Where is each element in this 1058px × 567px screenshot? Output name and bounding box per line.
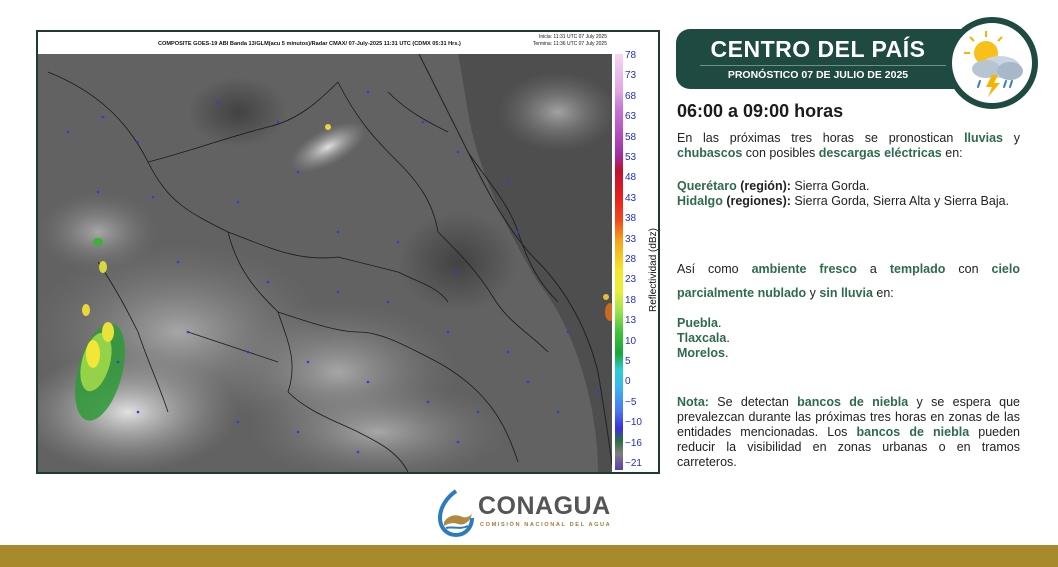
scale-tick: 38 [625,213,637,225]
intro-highlight-lluvias: lluvias [964,131,1003,145]
forecast-states: Puebla. Tlaxcala. Morelos. [677,316,730,360]
scale-tick: 63 [625,111,637,123]
second-text-5: en: [872,286,894,300]
scale-tick: 28 [625,254,637,265]
scale-tick: 33 [625,233,637,245]
scale-tick: −10 [625,417,642,429]
second-highlight-templado: templado [889,262,946,276]
scale-tick: 18 [625,294,637,306]
forecast-intro: En las próximas tres horas se pronostica… [677,131,1020,161]
second-text-3: con [945,262,992,276]
reflectivity-colorbar [615,54,623,470]
footer-bar [0,545,1058,567]
banner-subtitle: PRONÓSTICO 07 DE JULIO DE 2025 [727,69,909,81]
region-hidalgo-kind: (regiones): [722,194,791,208]
intro-highlight-chubascos: chubascos [677,146,743,160]
scale-tick: −21 [625,458,642,469]
forecast-note: Nota: Se detectan bancos de niebla y se … [677,395,1020,470]
forecast-regions: Querétaro (región): Sierra Gorda. Hidalg… [677,179,1020,209]
state-morelos: Morelos [677,346,725,360]
conagua-logo-subtitle: COMISIÓN NACIONAL DEL AGUA [480,522,612,528]
second-text-1: Así como [677,262,752,276]
scale-tick: 10 [625,335,637,347]
scale-tick: 48 [625,172,637,184]
region-hidalgo-places: Sierra Gorda, Sierra Alta y Sierra Baja. [790,194,1010,208]
scale-tick: 13 [625,315,637,327]
map-start-time: Inicia: 11:31 UTC 07 July 2025 [538,34,607,40]
intro-highlight-descargas: descargas eléctricas [818,146,942,160]
map-header: Inicia: 11:31 UTC 07 July 2025 Termina: … [38,32,613,54]
second-highlight-fresco: ambiente fresco [751,262,857,276]
map-title: COMPOSITE GOES-19 ABI Banda 13/GLM(acu 5… [158,41,461,47]
region-queretaro-places: Sierra Gorda. [790,179,870,193]
conagua-logo: CONAGUA COMISIÓN NACIONAL DEL AGUA [434,488,624,538]
second-text-4: y [806,286,820,300]
forecast-time-range: 06:00 a 09:00 horas [677,101,844,121]
scale-tick: 53 [625,152,637,163]
reflectivity-scale: 78 73 68 63 58 53 48 43 38 33 28 23 18 13 10 5 0 −5 −10 −16… [612,32,658,472]
region-queretaro: Querétaro [677,179,737,193]
scale-tick: 68 [625,90,637,102]
note-highlight-niebla-2: bancos de niebla [856,425,970,439]
map-end-time: Termina: 11:36 UTC 07 July 2025 [532,41,607,47]
note-highlight-niebla-1: bancos de niebla [797,395,909,409]
state-puebla: Puebla [677,316,718,330]
note-label: Nota: [677,395,709,409]
scale-tick: 5 [625,356,631,367]
second-highlight-sin-lluvia: sin lluvia [819,286,873,300]
scale-tick: 23 [625,274,637,286]
banner-title: CENTRO DEL PAÍS [710,36,926,62]
scale-tick: −5 [625,396,637,408]
region-queretaro-kind: (región): [736,179,791,193]
conagua-logo-name: CONAGUA [478,492,611,520]
forecast-second: Así como ambiente fresco a templado con … [677,257,1020,305]
state-tlaxcala: Tlaxcala [677,331,727,345]
second-text-2: a [856,262,890,276]
conagua-logo-icon [437,489,474,538]
map-imagery [38,32,658,472]
scale-tick: 73 [625,70,637,82]
radar-satellite-map: Inicia: 11:31 UTC 07 July 2025 Termina: … [36,30,660,474]
intro-text-2: y [1003,131,1020,145]
sun-cloud-storm-icon [946,17,1038,109]
scale-tick: 78 [625,50,637,61]
banner-divider [700,65,956,66]
scale-tick: −16 [625,437,642,449]
scale-tick: 43 [625,192,637,204]
region-hidalgo: Hidalgo [677,194,723,208]
note-text-1: Se detectan [708,395,798,409]
intro-text-1: En las próximas tres horas se pronostica… [677,131,965,145]
scale-label: Reflectividad (dBz) [648,228,659,312]
scale-tick: 58 [625,131,637,143]
intro-text-4: en: [941,146,963,160]
scale-tick: 0 [625,376,631,388]
intro-text-3: con posibles [742,146,819,160]
